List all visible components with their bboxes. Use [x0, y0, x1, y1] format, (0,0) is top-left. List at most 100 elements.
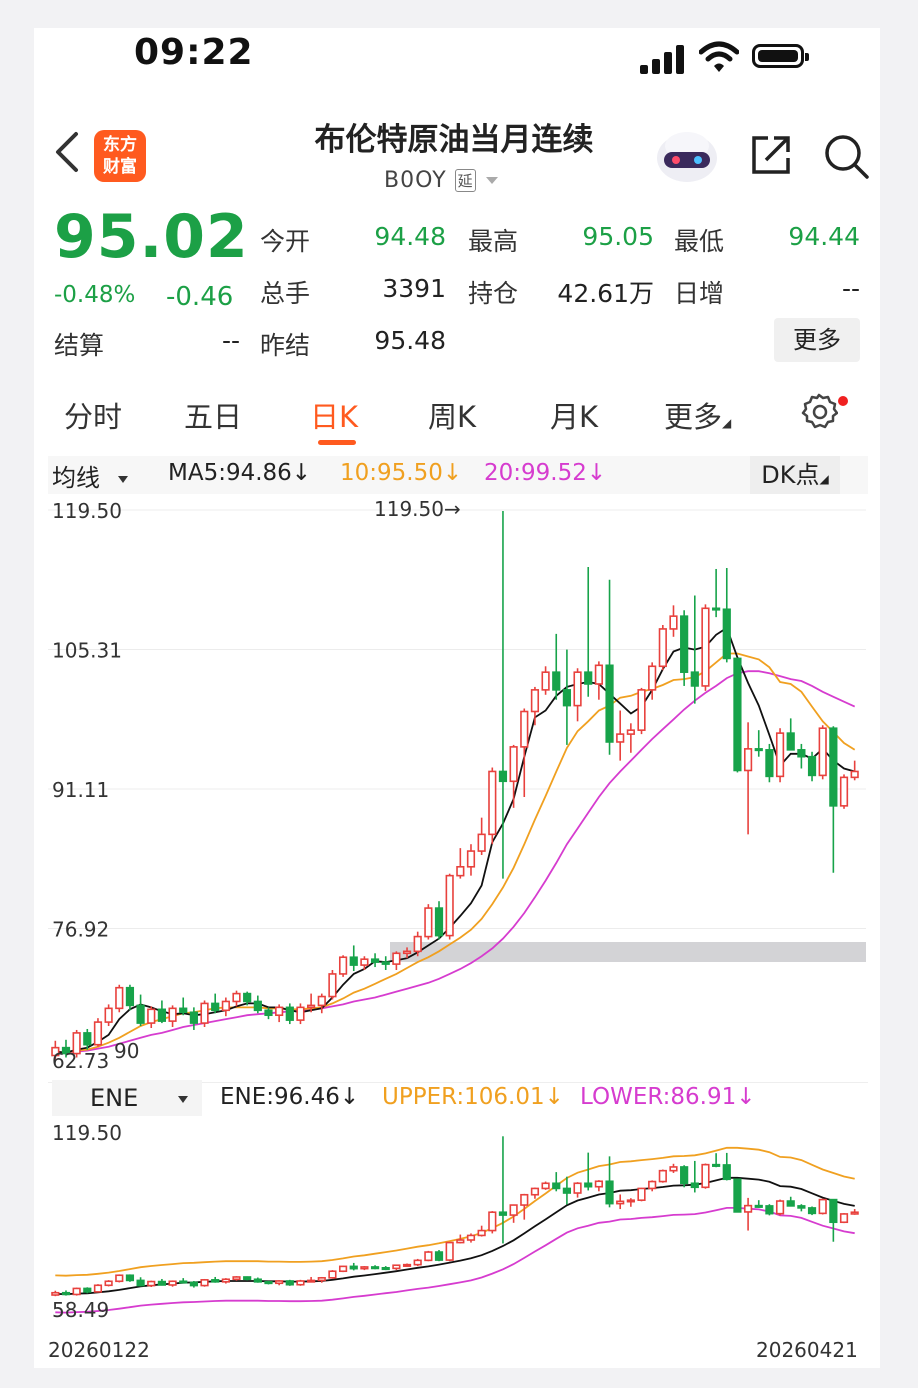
candle — [712, 607, 721, 611]
candle — [147, 1008, 156, 1024]
candle — [797, 749, 806, 758]
candle — [349, 956, 358, 966]
candle — [370, 958, 380, 963]
candle — [807, 755, 817, 777]
ene-candle — [829, 1198, 838, 1224]
candle — [669, 615, 678, 630]
ene-candle — [434, 1251, 444, 1261]
candle — [402, 950, 412, 955]
ene-candle — [477, 1229, 486, 1237]
ene-candle — [200, 1279, 209, 1287]
ene-candle — [136, 1279, 145, 1287]
ene-candle — [680, 1166, 689, 1185]
ene-candle — [264, 1281, 273, 1285]
candle — [594, 664, 603, 685]
ene-candle — [530, 1187, 540, 1196]
ene-candle — [445, 1241, 454, 1261]
ene-candle — [115, 1274, 124, 1283]
candle — [275, 1006, 284, 1017]
ene-candle — [754, 1204, 763, 1208]
annotation-label: 90 — [114, 1039, 139, 1063]
ene-candle — [605, 1180, 614, 1205]
candle — [509, 746, 518, 783]
candle — [381, 961, 390, 965]
candle — [765, 749, 774, 778]
ene-candle — [328, 1270, 337, 1279]
ene-candle — [424, 1251, 433, 1262]
candle — [530, 689, 540, 713]
ene-candle — [658, 1169, 667, 1183]
candle — [680, 615, 689, 673]
y-axis-tick-label: 76.92 — [52, 918, 109, 942]
candle — [733, 657, 742, 772]
ene-candle — [541, 1182, 550, 1190]
ene-candle — [616, 1200, 625, 1205]
candle — [307, 1004, 316, 1009]
ene-candle — [370, 1266, 380, 1270]
candle — [434, 907, 444, 937]
ene-candle — [807, 1207, 817, 1215]
candle — [200, 1002, 209, 1024]
ene-candle — [189, 1281, 198, 1287]
candle — [829, 727, 838, 807]
candle — [125, 986, 135, 1007]
y-axis-tick-label: 119.50 — [52, 499, 122, 523]
ene-candle — [626, 1199, 635, 1203]
ene-candle — [818, 1198, 827, 1215]
ene-candle — [296, 1280, 305, 1286]
ene-candle — [232, 1276, 241, 1281]
candle — [850, 770, 859, 779]
candle — [189, 1011, 198, 1024]
ene-candle — [211, 1279, 220, 1283]
ene-candle — [392, 1264, 401, 1270]
ene-candle — [61, 1291, 71, 1296]
ene-candle — [786, 1200, 795, 1207]
candle — [498, 770, 508, 783]
candle — [232, 992, 241, 1003]
candle — [360, 958, 369, 966]
ene-candle — [669, 1166, 678, 1172]
ene-candle — [413, 1259, 422, 1266]
candle — [168, 1007, 177, 1022]
candle — [626, 729, 635, 735]
candle — [253, 1000, 262, 1012]
candle — [104, 1007, 113, 1023]
candle — [285, 1006, 294, 1021]
ene-candle — [690, 1182, 699, 1189]
ene-candle — [125, 1274, 135, 1282]
ene-lower-line — [55, 1207, 855, 1314]
candle — [211, 1002, 220, 1012]
ene-axis-tick-label: 119.50 — [52, 1121, 122, 1145]
ene-candle — [51, 1291, 60, 1296]
ene-candle — [381, 1267, 390, 1271]
candle — [605, 664, 614, 743]
candle — [520, 710, 529, 748]
candle — [328, 973, 337, 998]
start-date-label: 20260122 — [48, 1338, 150, 1362]
ene-candle — [765, 1205, 774, 1215]
candle — [83, 1032, 92, 1046]
candle — [818, 727, 827, 777]
candle — [179, 1007, 188, 1014]
candle — [243, 992, 252, 1003]
ene-candle — [743, 1204, 753, 1213]
ene-axis-tick-label: 58.49 — [52, 1298, 109, 1322]
candle — [456, 865, 465, 877]
candle — [775, 732, 785, 778]
candle — [552, 671, 561, 691]
kline-chart[interactable]: 119.50 105.31 91.11 76.92 119.50→ 62.73 90 119.… — [34, 28, 880, 1368]
candle — [115, 986, 124, 1010]
candle — [658, 628, 667, 668]
candle — [743, 748, 753, 772]
ene-candle — [733, 1178, 742, 1213]
ene-candle — [402, 1263, 412, 1267]
ene-candle — [573, 1182, 582, 1194]
ene-candle — [317, 1277, 326, 1282]
ene-candle — [722, 1164, 731, 1181]
ene-candle — [147, 1280, 156, 1287]
candle — [488, 770, 497, 836]
ene-candle — [488, 1211, 497, 1232]
ene-candle — [83, 1287, 92, 1293]
ene-candle — [338, 1265, 348, 1273]
ene-candle — [72, 1287, 81, 1296]
